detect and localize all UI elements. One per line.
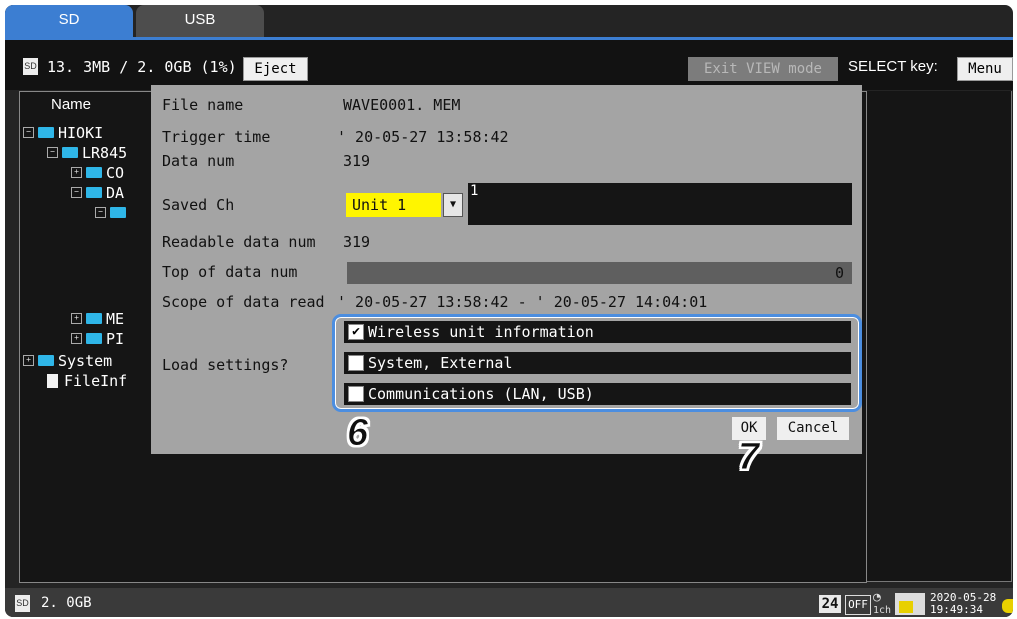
eject-button[interactable]: Eject <box>243 57 308 81</box>
options-highlight-frame <box>332 314 862 412</box>
step-callout-6: 6 <box>346 412 369 455</box>
trigger-time-value: ' 20-05-27 13:58:42 <box>337 128 509 146</box>
expand-icon[interactable]: + <box>71 167 82 178</box>
tree-item-fileinfo[interactable]: FileInf <box>47 371 127 391</box>
expand-icon[interactable]: + <box>23 355 34 366</box>
tree-item-hioki[interactable]: − HIOKI <box>23 123 103 143</box>
file-info-panel <box>867 91 1012 582</box>
saved-ch-display: 1 <box>468 183 852 225</box>
saved-ch-number: 1 <box>470 183 479 199</box>
tab-usb[interactable]: USB <box>136 5 264 37</box>
channel-count-badge: 24 <box>819 595 841 613</box>
off-indicator: OFF <box>845 595 871 615</box>
folder-icon <box>86 187 102 198</box>
saved-ch-label: Saved Ch <box>162 196 235 214</box>
readable-data-value: 319 <box>343 233 371 251</box>
tree-item-co[interactable]: + CO <box>71 163 124 183</box>
select-key-label: SELECT key: <box>848 58 938 75</box>
tree-item-da[interactable]: − DA <box>71 183 124 203</box>
wireless-signal-icon: ◔ <box>873 590 881 605</box>
chevron-down-icon[interactable]: ▼ <box>443 193 463 217</box>
sd-card-icon: SD <box>23 58 38 75</box>
top-of-data-field[interactable]: 0 <box>347 262 852 284</box>
expand-icon[interactable]: + <box>71 313 82 324</box>
channel-label: 1ch <box>873 605 892 616</box>
time-value: 19:49:34 <box>930 603 983 616</box>
file-name-label: File name <box>162 96 244 114</box>
file-icon <box>47 373 58 388</box>
tree-item-pi[interactable]: + PI <box>71 329 124 349</box>
scope-value: ' 20-05-27 13:58:42 - ' 20-05-27 14:04:0… <box>337 293 708 311</box>
readable-data-label: Readable data num <box>162 233 316 251</box>
folder-icon <box>62 147 78 158</box>
collapse-icon[interactable]: − <box>71 187 82 198</box>
folder-icon <box>86 333 102 344</box>
top-of-data-label: Top of data num <box>162 263 298 281</box>
tab-sd[interactable]: SD <box>5 5 133 37</box>
data-num-value: 319 <box>343 152 371 170</box>
tree-item-me[interactable]: + ME <box>71 309 124 329</box>
folder-icon <box>86 167 102 178</box>
tree-item-system[interactable]: + System <box>23 351 112 371</box>
file-name-value: WAVE0001. MEM <box>343 96 461 114</box>
top-of-data-value: 0 <box>834 264 844 282</box>
storage-usage: 13. 3MB / 2. 0GB (1%) <box>47 58 237 76</box>
step-callout-7: 7 <box>737 436 760 479</box>
tree-item-lr845[interactable]: − LR845 <box>47 143 127 163</box>
folder-icon <box>110 207 126 218</box>
cancel-button[interactable]: Cancel <box>777 417 849 440</box>
collapse-icon[interactable]: − <box>95 207 106 218</box>
menu-button[interactable]: Menu <box>957 57 1013 81</box>
sd-card-icon: SD <box>15 595 30 612</box>
expand-icon[interactable]: + <box>71 333 82 344</box>
power-adapter-icon <box>895 593 925 615</box>
folder-icon <box>38 355 54 366</box>
folder-icon <box>38 127 54 138</box>
collapse-icon[interactable]: − <box>47 147 58 158</box>
folder-icon <box>86 313 102 324</box>
name-column-header[interactable]: Name <box>19 93 155 117</box>
saved-ch-select[interactable]: Unit 1 <box>346 193 441 217</box>
tree-item-subfolder[interactable]: − <box>95 203 130 223</box>
scope-label: Scope of data read <box>162 293 325 311</box>
capacity-value: 2. 0GB <box>41 595 92 611</box>
device-screen: SD USB SD 13. 3MB / 2. 0GB (1%) Eject Ex… <box>5 5 1013 617</box>
load-settings-label: Load settings? <box>162 356 289 374</box>
battery-icon <box>1002 599 1013 613</box>
collapse-icon[interactable]: − <box>23 127 34 138</box>
exit-view-mode-button[interactable]: Exit VIEW mode <box>688 57 838 81</box>
data-num-label: Data num <box>162 152 235 170</box>
trigger-time-label: Trigger time <box>162 128 271 146</box>
